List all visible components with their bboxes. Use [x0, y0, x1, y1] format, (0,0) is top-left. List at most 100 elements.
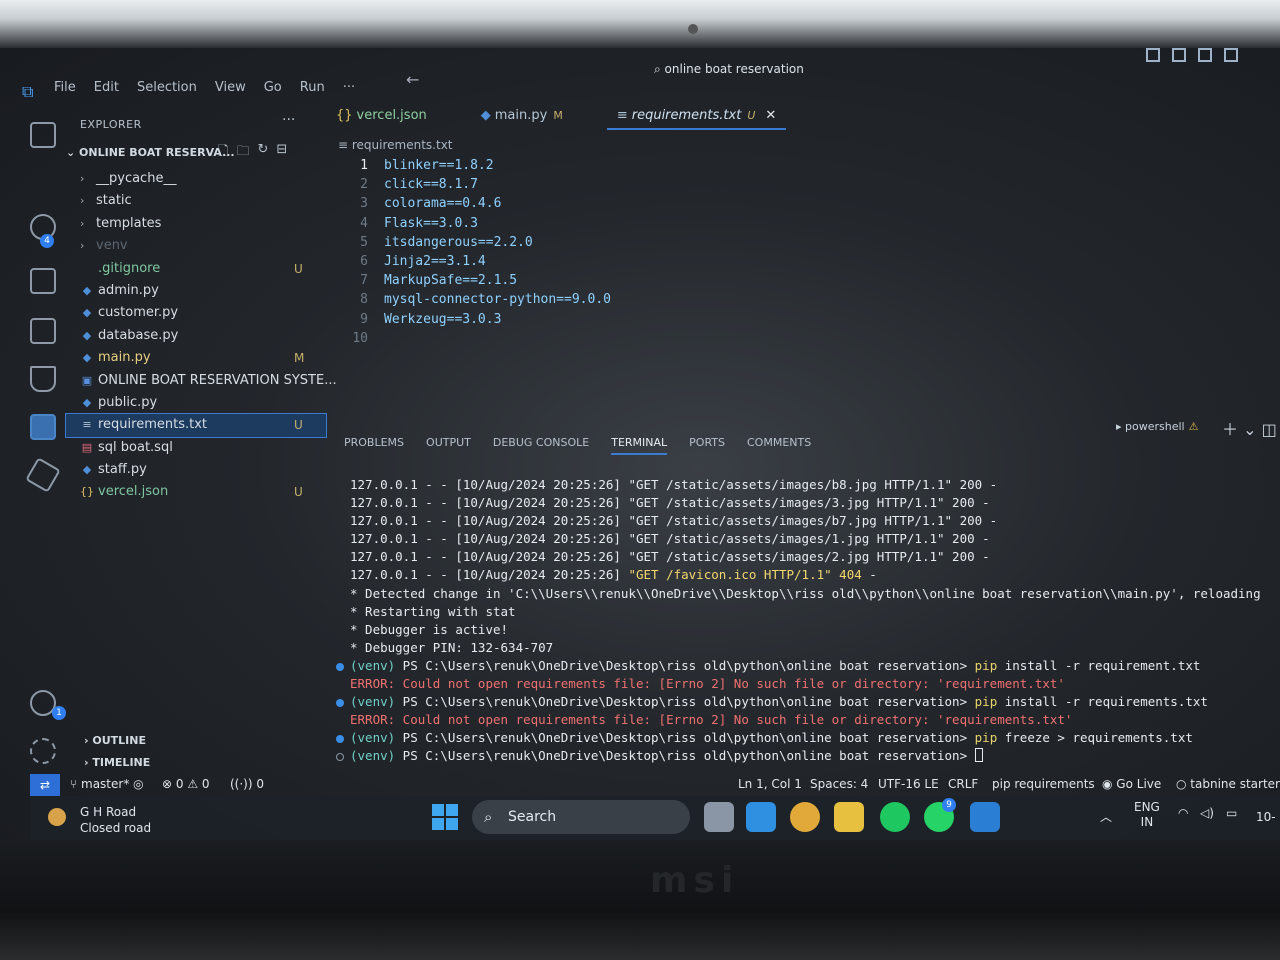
- word-document-icon: ▣: [81, 373, 93, 387]
- tree-item-database-py[interactable]: ◆ database.py: [66, 325, 326, 347]
- close-icon[interactable]: ✕: [765, 108, 776, 123]
- encoding[interactable]: UTF-16 LE: [878, 777, 939, 791]
- new-file-icon[interactable]: 🗋: [218, 142, 228, 164]
- back-arrow-icon[interactable]: ←: [406, 70, 419, 89]
- spotify-icon[interactable]: [880, 802, 910, 832]
- end-of-line[interactable]: CRLF: [948, 777, 978, 791]
- chevron-up-icon[interactable]: ︿: [1100, 808, 1112, 825]
- run-debug-icon[interactable]: [30, 268, 56, 294]
- volume-icon[interactable]: ◁): [1200, 806, 1214, 820]
- problems-count[interactable]: ⊗ 0 ⚠ 0: [162, 777, 210, 791]
- tree-item-public-py[interactable]: ◆ public.py: [66, 392, 326, 414]
- task-view-icon[interactable]: [704, 802, 734, 832]
- command-center[interactable]: ⌕ online boat reservation: [654, 62, 804, 77]
- new-terminal-button[interactable]: ＋ ⌄ ◫: [1222, 416, 1277, 440]
- menu-view[interactable]: View: [215, 80, 246, 95]
- menu-go[interactable]: Go: [264, 80, 282, 95]
- explorer-more-icon[interactable]: ···: [282, 112, 295, 128]
- clock[interactable]: 10-: [1256, 810, 1276, 824]
- tab-requirements-txt[interactable]: ≡ requirements.txt U ✕: [606, 100, 787, 130]
- tab-terminal[interactable]: TERMINAL: [611, 436, 668, 455]
- tree-item-staff-py[interactable]: ◆ staff.py: [66, 459, 326, 481]
- timeline-section[interactable]: › TIMELINE: [84, 756, 150, 769]
- go-live-button[interactable]: ◉ Go Live: [1102, 777, 1161, 791]
- python-icon[interactable]: [30, 414, 56, 440]
- tree-item-admin-py[interactable]: ◆ admin.py: [66, 280, 326, 302]
- tree-item-pycache[interactable]: › __pycache__: [66, 168, 326, 190]
- testing-icon[interactable]: [30, 366, 56, 392]
- tree-item-customer-py[interactable]: ◆ customer.py: [66, 302, 326, 324]
- windows-start-icon[interactable]: [432, 804, 458, 830]
- tab-debug-console[interactable]: DEBUG CONSOLE: [493, 436, 589, 455]
- tab-comments[interactable]: COMMENTS: [747, 436, 811, 455]
- collapse-all-icon[interactable]: ⊟: [276, 142, 287, 164]
- tree-item-sql-boat[interactable]: ▤ sql boat.sql: [66, 437, 326, 459]
- git-branch[interactable]: ⑂ master* ◎: [70, 777, 144, 791]
- taskbar-search[interactable]: ⌕ Search: [472, 800, 690, 834]
- language-mode[interactable]: pip requirements: [992, 777, 1095, 791]
- terminal-command-line: (venv) PS C:\Users\renuk\OneDrive\Deskto…: [336, 657, 1266, 675]
- tree-item-gitignore[interactable]: .gitignore U: [66, 258, 326, 280]
- explorer-actions: 🗋 🗀 ↻ ⊟: [218, 142, 287, 164]
- remote-indicator-icon[interactable]: ⇄: [30, 774, 60, 796]
- tree-item-system-doc[interactable]: ▣ ONLINE BOAT RESERVATION SYSTE...: [66, 370, 337, 392]
- line-number: 9: [360, 311, 368, 327]
- menu-file[interactable]: File: [54, 80, 76, 95]
- menu-edit[interactable]: Edit: [94, 80, 119, 95]
- tree-item-requirements-txt[interactable]: ≡ requirements.txt U: [65, 413, 327, 438]
- tab-output[interactable]: OUTPUT: [426, 436, 471, 455]
- menu-more[interactable]: ···: [343, 80, 355, 95]
- toggle-panel-icon[interactable]: [1172, 48, 1186, 62]
- file-explorer-icon[interactable]: [834, 802, 864, 832]
- tab-main-py[interactable]: ◆ main.py M: [471, 100, 573, 130]
- breadcrumb[interactable]: ≡ requirements.txt: [338, 138, 453, 152]
- webcam: [688, 24, 698, 34]
- tab-problems[interactable]: PROBLEMS: [344, 436, 404, 455]
- ports-count[interactable]: ((·)) 0: [230, 777, 264, 791]
- extensions-icon[interactable]: [30, 318, 56, 344]
- activity-bar: 4 1: [20, 108, 66, 778]
- status-bar: ⇄ ⑂ master* ◎ ⊗ 0 ⚠ 0 ((·)) 0 Ln 1, Col …: [30, 774, 1280, 796]
- containers-icon[interactable]: [25, 457, 61, 493]
- tabnine-status[interactable]: ○ tabnine starter: [1176, 777, 1280, 791]
- toggle-secondary-sidebar-icon[interactable]: [1198, 48, 1212, 62]
- tree-item-main-py[interactable]: ◆ main.py M: [66, 347, 326, 369]
- explorer-root-folder[interactable]: ⌄ ONLINE BOAT RESERVA...: [66, 146, 235, 159]
- outline-section[interactable]: › OUTLINE: [84, 734, 146, 747]
- menu-selection[interactable]: Selection: [137, 80, 197, 95]
- cursor-position[interactable]: Ln 1, Col 1: [738, 777, 802, 791]
- terminal-error-line: ERROR: Could not open requirements file:…: [336, 675, 1266, 693]
- command-text: install -r requirements.txt: [997, 694, 1208, 710]
- explorer-icon[interactable]: [30, 122, 56, 148]
- toggle-primary-sidebar-icon[interactable]: [1146, 48, 1160, 62]
- refresh-icon[interactable]: ↻: [257, 142, 268, 164]
- chrome-icon[interactable]: [790, 802, 820, 832]
- customize-layout-icon[interactable]: [1224, 48, 1238, 62]
- tree-item-vercel-json[interactable]: {} vercel.json U: [66, 481, 326, 503]
- venv-label: (venv): [350, 694, 396, 710]
- indentation[interactable]: Spaces: 4: [810, 777, 868, 791]
- code-text: Jinja2==3.1.4: [384, 253, 486, 269]
- command-keyword: pip: [974, 730, 998, 746]
- prompt-text: PS C:\Users\renuk\OneDrive\Desktop\riss …: [395, 748, 975, 764]
- terminal-shell-selector[interactable]: ▸ powershell ⚠: [1116, 420, 1199, 433]
- tree-item-static[interactable]: › static: [66, 190, 326, 212]
- tree-item-templates[interactable]: › templates: [66, 213, 326, 235]
- wifi-icon[interactable]: ◠: [1178, 806, 1188, 820]
- language-indicator[interactable]: ENG IN: [1134, 800, 1160, 830]
- settings-gear-icon[interactable]: [30, 738, 56, 764]
- tabnine-label: tabnine starter: [1190, 777, 1280, 791]
- tree-item-venv[interactable]: › venv: [66, 235, 326, 257]
- code-editor[interactable]: 1 blinker==1.8.2 2 click==8.1.7 3 colorama=…: [338, 156, 611, 348]
- vscode-taskbar-icon[interactable]: [970, 802, 1000, 832]
- battery-icon[interactable]: ▭: [1226, 806, 1237, 820]
- terminal-prompt-line: (venv) PS C:\Users\renuk\OneDrive\Deskto…: [336, 747, 1266, 765]
- copilot-icon[interactable]: [746, 802, 776, 832]
- menu-run[interactable]: Run: [300, 80, 325, 95]
- tab-vercel-json[interactable]: {} vercel.json: [326, 100, 437, 130]
- new-folder-icon[interactable]: 🗀: [236, 142, 249, 164]
- chevron-right-icon: ›: [80, 194, 85, 208]
- tab-ports[interactable]: PORTS: [689, 436, 725, 455]
- text-file-icon: ≡: [616, 108, 628, 123]
- terminal-output[interactable]: 127.0.0.1 - - [10/Aug/2024 20:25:26] "GE…: [336, 476, 1266, 766]
